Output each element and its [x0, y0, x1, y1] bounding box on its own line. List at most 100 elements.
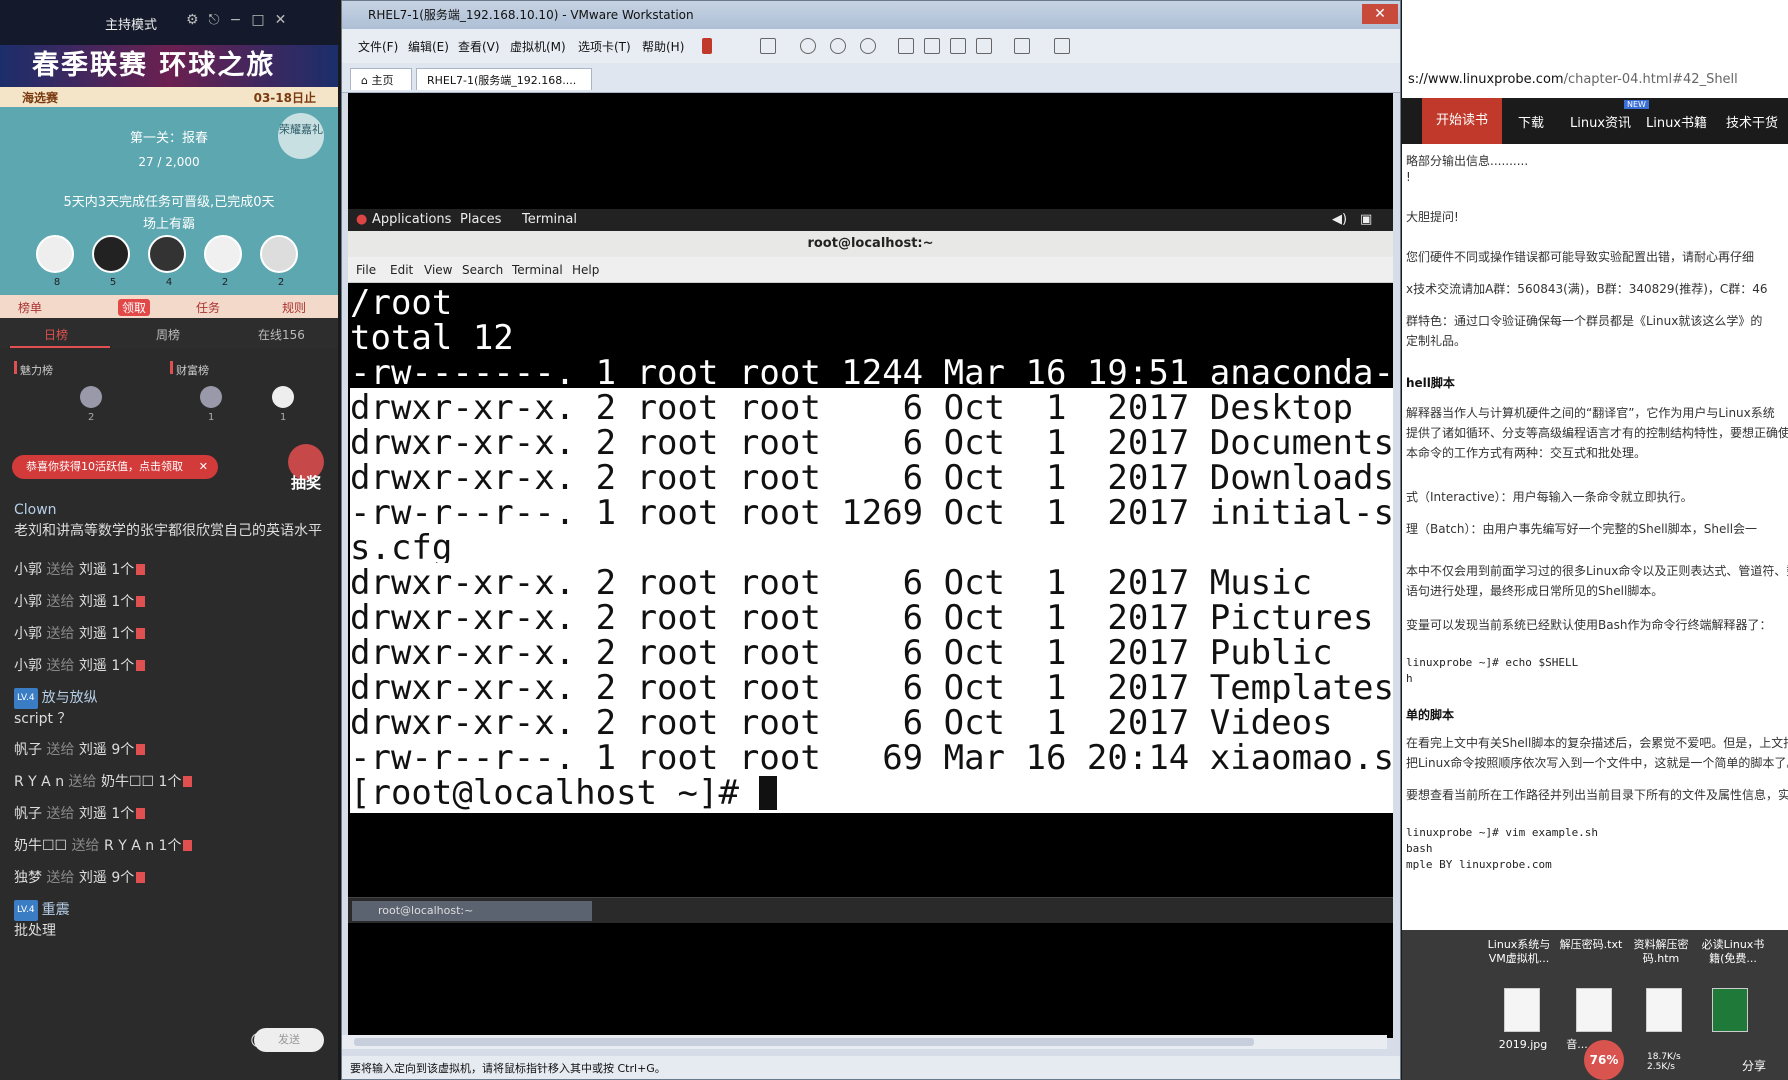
- scrollbar-thumb[interactable]: [354, 1038, 1254, 1046]
- gift-popup[interactable]: 恭喜你获得10活跃值，点击领取 ✕: [12, 455, 218, 479]
- tab-tasks[interactable]: 任务: [196, 299, 220, 316]
- terminal-line: s.cfg: [350, 528, 1393, 568]
- taskbar-terminal-item[interactable]: root@localhost:~: [352, 901, 592, 921]
- terminal-output[interactable]: /root total 12 -rw-------. 1 root root 1…: [348, 283, 1393, 883]
- menu-file[interactable]: File: [356, 263, 376, 277]
- chat-user[interactable]: 放与放纵: [42, 690, 98, 706]
- document-file-icon[interactable]: [1576, 988, 1612, 1032]
- chat-user[interactable]: 独梦: [14, 870, 42, 886]
- vm-display[interactable]: ● Applications Places Terminal ◀) ▣ root…: [348, 93, 1393, 1038]
- chat-user[interactable]: 小郭: [14, 658, 42, 674]
- library-icon[interactable]: [898, 38, 914, 54]
- avatar[interactable]: 2: [204, 235, 242, 288]
- chat-target: 刘遥 1个: [78, 806, 135, 822]
- performance-badge[interactable]: 76%: [1584, 1040, 1624, 1080]
- chat-user[interactable]: Clown: [14, 500, 324, 521]
- menu-view[interactable]: View: [424, 263, 452, 277]
- nav-linux-books[interactable]: Linux书籍: [1646, 112, 1707, 131]
- network-icon[interactable]: ▣: [1360, 212, 1372, 227]
- avatar[interactable]: 8: [36, 235, 74, 288]
- wealth-rank-label[interactable]: 财富榜: [176, 362, 209, 378]
- share-button[interactable]: 分享: [1742, 1057, 1766, 1074]
- code-line: linuxprobe ~]# echo $SHELL: [1406, 656, 1579, 669]
- avatar[interactable]: 5: [92, 235, 130, 288]
- menu-terminal-app[interactable]: Terminal: [522, 212, 577, 227]
- menu-terminal[interactable]: Terminal: [512, 263, 563, 277]
- nav-linux-news[interactable]: Linux资讯: [1570, 112, 1631, 131]
- nav-tech[interactable]: 技术干货: [1726, 112, 1778, 131]
- redhat-icon: ●: [356, 212, 368, 227]
- code-line: bash: [1406, 842, 1433, 855]
- unity-icon[interactable]: [976, 38, 992, 54]
- close-icon[interactable]: ✕: [1362, 4, 1398, 24]
- pause-icon[interactable]: [702, 38, 712, 54]
- lottery-button[interactable]: 抽奖: [282, 444, 330, 494]
- tab-claim[interactable]: 领取: [118, 299, 151, 316]
- desktop-icon[interactable]: 解压密码.txt: [1556, 938, 1626, 952]
- menu-view[interactable]: 查看(V): [458, 38, 500, 55]
- menu-file[interactable]: 文件(F): [358, 38, 398, 55]
- menu-edit[interactable]: Edit: [390, 263, 413, 277]
- desktop-icon[interactable]: Linux系统与VM虚拟机...: [1484, 938, 1554, 966]
- desktop-icon[interactable]: 必读Linux书籍(免费...: [1698, 938, 1768, 966]
- article-line: 群特色：通过口令验证确保每一个群员都是《Linux就该这么学》的: [1406, 314, 1763, 328]
- chat-action: 送给: [46, 806, 75, 822]
- revert-icon[interactable]: [830, 38, 846, 54]
- article-line: 略部分输出信息..........: [1406, 154, 1529, 168]
- send-keys-icon[interactable]: [760, 38, 776, 54]
- tab-leaderboard[interactable]: 榜单: [18, 299, 42, 316]
- fullscreen-icon[interactable]: [950, 38, 966, 54]
- nav-download[interactable]: 下载: [1518, 112, 1544, 131]
- menu-applications[interactable]: Applications: [372, 212, 451, 227]
- site-nav: 开始读书 下载 Linux资讯 NEW Linux书籍 技术干货: [1402, 98, 1788, 144]
- tab-online[interactable]: 在线156: [258, 326, 305, 343]
- address-bar[interactable]: s://www.linuxprobe.com/chapter-04.html#4…: [1402, 68, 1788, 92]
- event-banner[interactable]: 春季联赛 环球之旅: [0, 45, 338, 87]
- menu-search[interactable]: Search: [462, 263, 503, 277]
- window-controls[interactable]: ⚙⎋−□✕: [186, 12, 296, 28]
- chat-user[interactable]: 小郭: [14, 562, 42, 578]
- thumbnail-icon[interactable]: [924, 38, 940, 54]
- chat-send-button[interactable]: 发送: [254, 1028, 324, 1052]
- tab-rhel-vm[interactable]: RHEL7-1(服务端_192.168....: [416, 68, 592, 90]
- menu-help[interactable]: 帮助(H): [642, 38, 684, 55]
- rank-avatar[interactable]: [200, 386, 222, 408]
- menu-tabs[interactable]: 选项卡(T): [578, 38, 631, 55]
- charm-rank-label[interactable]: 魅力榜: [20, 362, 53, 378]
- chat-user[interactable]: 帆子: [14, 742, 42, 758]
- rank-avatar[interactable]: [80, 386, 102, 408]
- gnome-top-bar: ● Applications Places Terminal ◀) ▣: [348, 209, 1393, 231]
- stretch-icon[interactable]: [1054, 38, 1070, 54]
- image-file-icon[interactable]: [1504, 988, 1540, 1032]
- snapshot-icon[interactable]: [800, 38, 816, 54]
- tab-rules[interactable]: 规则: [282, 299, 306, 316]
- menu-edit[interactable]: 编辑(E): [408, 38, 449, 55]
- menu-places[interactable]: Places: [460, 212, 501, 227]
- horizontal-scrollbar[interactable]: [342, 1035, 1387, 1049]
- console-icon[interactable]: [1014, 38, 1030, 54]
- chat-user[interactable]: 小郭: [14, 626, 42, 642]
- desktop-icon[interactable]: 资料解压密码.htm: [1626, 938, 1696, 966]
- document-file-icon[interactable]: [1646, 988, 1682, 1032]
- close-icon[interactable]: ✕: [199, 455, 208, 479]
- menu-vm[interactable]: 虚拟机(M): [510, 38, 566, 55]
- honor-badge[interactable]: 荣耀嘉礼: [278, 113, 324, 159]
- tab-home[interactable]: ⌂ 主页: [350, 68, 412, 90]
- avatar[interactable]: 2: [260, 235, 298, 288]
- chat-user[interactable]: 重震: [42, 902, 70, 918]
- manage-snapshots-icon[interactable]: [860, 38, 876, 54]
- article-line: 式（Interactive）：用户每输入一条命令就立即执行。: [1406, 490, 1693, 504]
- nav-start-reading[interactable]: 开始读书: [1422, 98, 1503, 144]
- chat-user[interactable]: 帆子: [14, 806, 42, 822]
- chat-user[interactable]: 奶牛☐☐: [14, 838, 67, 854]
- rank-avatar[interactable]: [272, 386, 294, 408]
- excel-file-icon[interactable]: [1712, 988, 1748, 1032]
- volume-icon[interactable]: ◀): [1332, 212, 1347, 227]
- menu-help[interactable]: Help: [572, 263, 599, 277]
- tab-daily[interactable]: 日榜: [44, 326, 68, 343]
- chat-message: 小郭 送给 刘遥 1个: [14, 592, 324, 613]
- chat-user[interactable]: 小郭: [14, 594, 42, 610]
- avatar[interactable]: 4: [148, 235, 186, 288]
- tab-weekly[interactable]: 周榜: [156, 326, 180, 343]
- chat-user[interactable]: R Y A n: [14, 774, 64, 790]
